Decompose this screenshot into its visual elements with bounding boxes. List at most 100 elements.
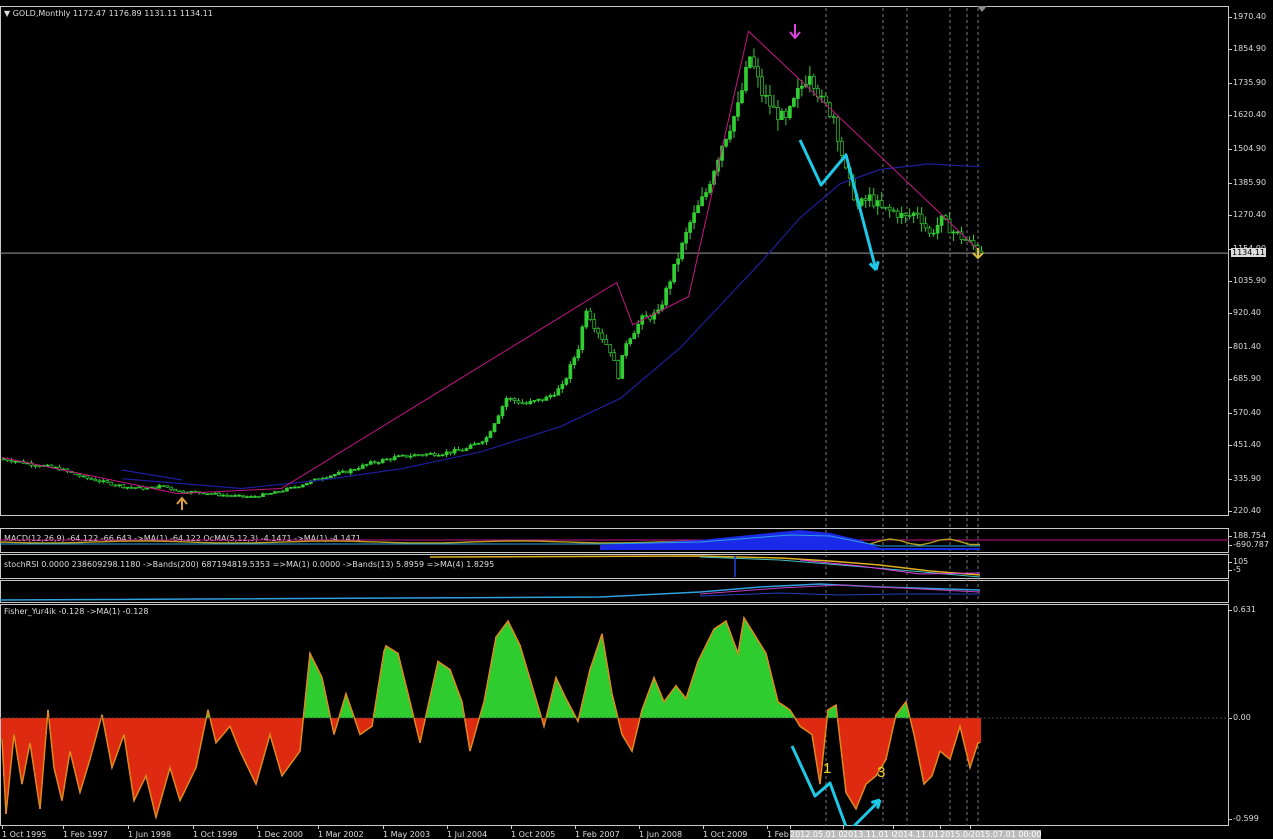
candle-body: [125, 486, 130, 489]
candle-body: [37, 465, 42, 468]
candle-body: [700, 196, 704, 206]
candle-body: [85, 475, 90, 479]
candle-body: [800, 85, 804, 89]
candle-body: [688, 222, 692, 233]
candle-body: [209, 493, 213, 496]
candle-body: [468, 444, 473, 449]
time-label: 1 Feb: [767, 826, 789, 839]
candle-body: [560, 383, 565, 389]
candle-body: [963, 239, 968, 241]
candle-body: [77, 474, 82, 477]
candle-body: [81, 475, 86, 478]
candle-body: [420, 454, 425, 457]
candle-body: [352, 469, 357, 471]
candle-body: [33, 464, 38, 467]
candle-body: [891, 209, 896, 212]
candle-body: [911, 212, 916, 216]
candle-body: [408, 455, 413, 458]
time-label: 1 Feb 2007: [575, 826, 620, 839]
candle-body: [460, 449, 465, 452]
candle-body: [281, 490, 285, 493]
candle-body: [249, 496, 253, 498]
candle-body: [692, 212, 696, 223]
candle-body: [508, 398, 513, 400]
candle-body: [225, 494, 229, 497]
bands-line-main: [0, 583, 981, 601]
candle-body: [101, 480, 106, 483]
wave-label-3: 3: [877, 764, 886, 781]
candle-body: [883, 206, 888, 209]
candle-body: [680, 242, 684, 260]
candle-body: [899, 213, 904, 219]
candle-body: [384, 458, 389, 461]
candle-body: [740, 90, 744, 104]
candle-body: [887, 206, 892, 211]
candle-body: [772, 105, 776, 108]
candle-body: [376, 462, 381, 464]
zigzag-line: [1, 30, 981, 495]
candle-body: [863, 198, 868, 201]
candle-body: [584, 310, 589, 328]
candle-body: [548, 395, 553, 398]
candle-body: [819, 95, 824, 98]
candle-body: [668, 281, 672, 289]
time-label: 1 Jun 1998: [128, 826, 172, 839]
candle-body: [117, 484, 122, 487]
top-arrow-icon: [789, 24, 801, 40]
candle-body: [181, 490, 185, 493]
candle-body: [612, 352, 617, 361]
candle-body: [596, 328, 601, 334]
candle-body: [823, 95, 828, 104]
candle-body: [532, 400, 537, 402]
candle-body: [113, 484, 118, 487]
candle-body: [496, 415, 501, 424]
candle-body: [724, 138, 728, 147]
candle-body: [9, 460, 14, 463]
candle-body: [344, 470, 349, 474]
candle-body: [915, 212, 920, 215]
candle-body: [324, 477, 329, 480]
candle-body: [488, 431, 493, 438]
candle-body: [628, 338, 633, 344]
candle-body: [835, 116, 840, 142]
candle-body: [261, 493, 265, 497]
candle-body: [45, 464, 50, 467]
candle-body: [875, 200, 880, 207]
candle-body: [708, 183, 712, 193]
candle-body: [784, 110, 788, 119]
candle-body: [620, 355, 625, 379]
candle-body: [129, 486, 134, 489]
candle-body: [552, 394, 557, 397]
candle-body: [137, 486, 142, 489]
candle-body: [432, 453, 437, 456]
candle-body: [540, 398, 545, 401]
candle-body: [624, 343, 629, 356]
candle-body: [456, 448, 461, 451]
candle-body: [121, 484, 126, 488]
wave-label-1: 1: [823, 760, 832, 777]
time-axis[interactable]: 1 Oct 1995 1 Feb 1997 1 Jun 1998 1 Oct 1999…: [0, 826, 1229, 839]
time-label: 1 Oct 2005: [511, 826, 556, 839]
candle-body: [676, 258, 680, 265]
candle-body: [951, 231, 956, 234]
candle-body: [504, 398, 509, 407]
candle-body: [293, 486, 297, 489]
candle-body: [233, 495, 237, 497]
candle-body: [392, 456, 397, 461]
candle-body: [756, 66, 760, 78]
candle-body: [760, 76, 764, 96]
candle-body: [684, 232, 688, 244]
candle-body: [93, 478, 98, 482]
candle-body: [859, 198, 864, 206]
candle-body: [476, 442, 481, 445]
moving-average-line: [121, 163, 981, 490]
candle-body: [588, 310, 593, 320]
candle-body: [608, 344, 613, 354]
bottom-arrow-icon: [176, 496, 188, 510]
candle-body: [500, 406, 505, 417]
candle-body: [664, 288, 668, 306]
candle-body: [165, 485, 170, 488]
candle-body: [580, 326, 585, 350]
candle-body: [157, 485, 162, 489]
candle-body: [696, 205, 700, 214]
